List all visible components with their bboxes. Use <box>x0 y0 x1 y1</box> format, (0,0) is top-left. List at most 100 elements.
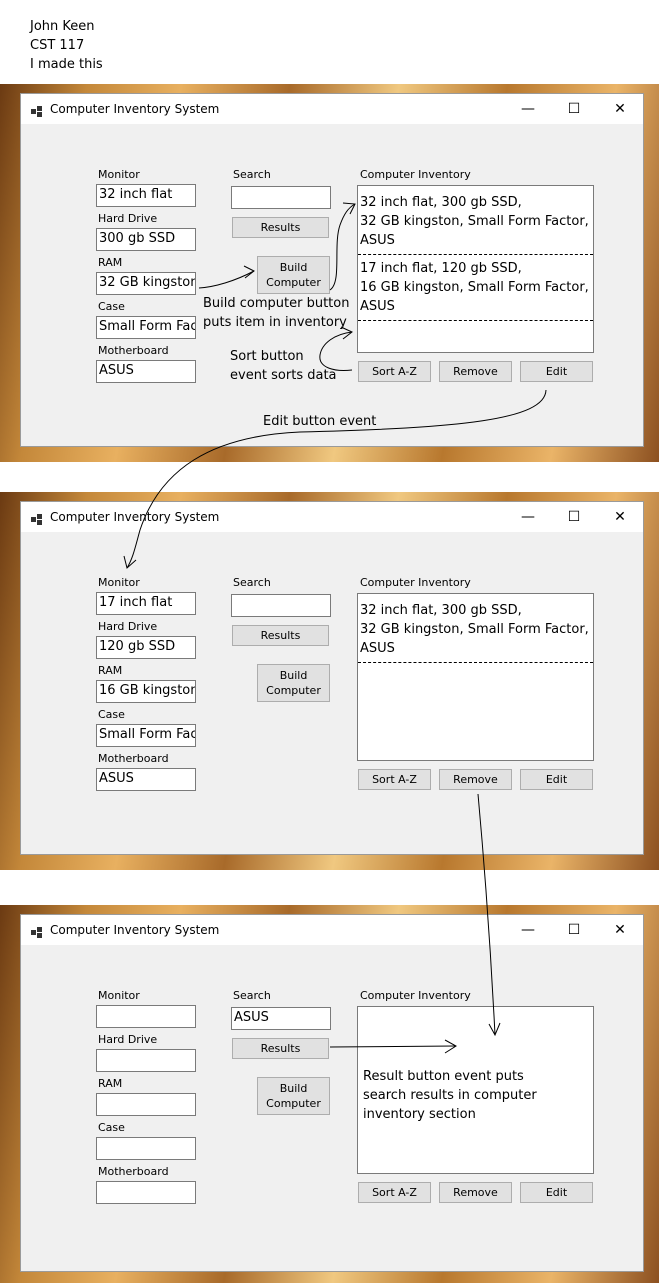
list-item-line: 32 GB kingston, Small Form Factor, <box>360 214 589 229</box>
monitor-label: Monitor <box>98 989 140 1002</box>
results-button[interactable]: Results <box>232 1038 329 1059</box>
list-item-line: 17 inch flat, 120 gb SSD, <box>360 261 522 276</box>
inventory-list <box>358 1007 593 1014</box>
maximize-button[interactable]: ☐ <box>551 502 597 532</box>
remove-button[interactable]: Remove <box>439 361 512 382</box>
app-window: Computer Inventory System — ☐ ✕ Monitor 32 in… <box>20 93 644 447</box>
case-field[interactable]: Small Form Factor <box>96 724 196 747</box>
search-input[interactable] <box>231 186 331 209</box>
hard-drive-label: Hard Drive <box>98 212 158 225</box>
case-field[interactable]: Small Form Factor <box>96 316 196 339</box>
hard-drive-label: Hard Drive <box>98 1033 158 1046</box>
inventory-listbox[interactable]: 32 inch flat, 300 gb SSD, 32 GB kingston,… <box>357 185 594 353</box>
ram-label: RAM <box>98 664 123 677</box>
monitor-field[interactable] <box>96 1005 196 1028</box>
case-label: Case <box>98 1121 125 1134</box>
list-item-line: 32 inch flat, 300 gb SSD, <box>360 195 522 210</box>
ram-label: RAM <box>98 1077 123 1090</box>
window-title: Computer Inventory System <box>50 102 220 116</box>
inventory-listbox[interactable]: 32 inch flat, 300 gb SSD, 32 GB kingston,… <box>357 593 594 761</box>
minimize-button[interactable]: — <box>505 915 551 945</box>
inventory-label: Computer Inventory <box>360 168 471 181</box>
window-title: Computer Inventory System <box>50 923 220 937</box>
app-icon <box>31 103 43 117</box>
edit-button[interactable]: Edit <box>520 769 593 790</box>
hard-drive-field[interactable]: 300 gb SSD <box>96 228 196 251</box>
app-window: Computer Inventory System — ☐ ✕ Monitor 17 in… <box>20 501 644 855</box>
annotation-edit: Edit button event <box>263 414 377 429</box>
build-button-line2: Computer <box>266 1097 321 1110</box>
build-button-line2: Computer <box>266 684 321 697</box>
motherboard-field[interactable]: ASUS <box>96 360 196 383</box>
author-note: I made this <box>30 57 103 72</box>
sort-button[interactable]: Sort A-Z <box>358 1182 431 1203</box>
remove-button[interactable]: Remove <box>439 769 512 790</box>
maximize-button[interactable]: ☐ <box>551 94 597 124</box>
search-label: Search <box>233 168 271 181</box>
build-computer-button[interactable]: Build Computer <box>257 664 330 702</box>
case-label: Case <box>98 708 125 721</box>
build-button-line1: Build <box>279 1082 308 1095</box>
build-button-line2: Computer <box>266 276 321 289</box>
case-field[interactable] <box>96 1137 196 1160</box>
close-button[interactable]: ✕ <box>597 915 643 945</box>
list-item[interactable]: 32 inch flat, 300 gb SSD, 32 GB kingston,… <box>358 601 593 658</box>
list-item[interactable]: 17 inch flat, 120 gb SSD, 16 GB kingston,… <box>358 259 593 316</box>
title-bar: Computer Inventory System — ☐ ✕ <box>21 502 643 532</box>
motherboard-label: Motherboard <box>98 752 169 765</box>
motherboard-field[interactable] <box>96 1181 196 1204</box>
search-input[interactable] <box>231 594 331 617</box>
inventory-label: Computer Inventory <box>360 989 471 1002</box>
results-button[interactable]: Results <box>232 625 329 646</box>
monitor-label: Monitor <box>98 168 140 181</box>
window-title: Computer Inventory System <box>50 510 220 524</box>
author-header: John Keen CST 117 I made this <box>30 17 103 74</box>
ram-field[interactable]: 32 GB kingston <box>96 272 196 295</box>
course-code: CST 117 <box>30 38 85 53</box>
sort-button[interactable]: Sort A-Z <box>358 361 431 382</box>
motherboard-field[interactable]: ASUS <box>96 768 196 791</box>
hard-drive-label: Hard Drive <box>98 620 158 633</box>
edit-button[interactable]: Edit <box>520 361 593 382</box>
title-bar: Computer Inventory System — ☐ ✕ <box>21 915 643 945</box>
annotation-results: Result button event puts search results … <box>363 1069 537 1122</box>
list-item-line: ASUS <box>360 641 395 656</box>
ram-field[interactable] <box>96 1093 196 1116</box>
build-button-line1: Build <box>279 669 308 682</box>
case-label: Case <box>98 300 125 313</box>
list-item-line: 32 inch flat, 300 gb SSD, <box>360 603 522 618</box>
list-item-line: ASUS <box>360 299 395 314</box>
motherboard-label: Motherboard <box>98 344 169 357</box>
search-label: Search <box>233 989 271 1002</box>
app-icon <box>31 511 43 525</box>
remove-button[interactable]: Remove <box>439 1182 512 1203</box>
hard-drive-field[interactable] <box>96 1049 196 1072</box>
author-name: John Keen <box>30 19 95 34</box>
inventory-list: 32 inch flat, 300 gb SSD, 32 GB kingston,… <box>358 594 593 663</box>
monitor-field[interactable]: 32 inch flat <box>96 184 196 207</box>
item-separator <box>358 320 593 321</box>
close-button[interactable]: ✕ <box>597 94 643 124</box>
build-computer-button[interactable]: Build Computer <box>257 1077 330 1115</box>
minimize-button[interactable]: — <box>505 502 551 532</box>
annotation-sort: Sort button event sorts data <box>230 349 337 383</box>
hard-drive-field[interactable]: 120 gb SSD <box>96 636 196 659</box>
maximize-button[interactable]: ☐ <box>551 915 597 945</box>
close-button[interactable]: ✕ <box>597 502 643 532</box>
build-button-line1: Build <box>279 261 308 274</box>
edit-button[interactable]: Edit <box>520 1182 593 1203</box>
search-input[interactable]: ASUS <box>231 1007 331 1030</box>
annotation-build: Build computer button puts item in inven… <box>203 296 350 330</box>
motherboard-label: Motherboard <box>98 1165 169 1178</box>
app-icon <box>31 924 43 938</box>
inventory-list: 32 inch flat, 300 gb SSD, 32 GB kingston,… <box>358 186 593 321</box>
ram-field[interactable]: 16 GB kingston <box>96 680 196 703</box>
monitor-field[interactable]: 17 inch flat <box>96 592 196 615</box>
minimize-button[interactable]: — <box>505 94 551 124</box>
list-item[interactable]: 32 inch flat, 300 gb SSD, 32 GB kingston,… <box>358 193 593 250</box>
sort-button[interactable]: Sort A-Z <box>358 769 431 790</box>
results-button[interactable]: Results <box>232 217 329 238</box>
build-computer-button[interactable]: Build Computer <box>257 256 330 294</box>
item-separator <box>358 254 593 255</box>
app-window: Computer Inventory System — ☐ ✕ Monitor Hard … <box>20 914 644 1272</box>
